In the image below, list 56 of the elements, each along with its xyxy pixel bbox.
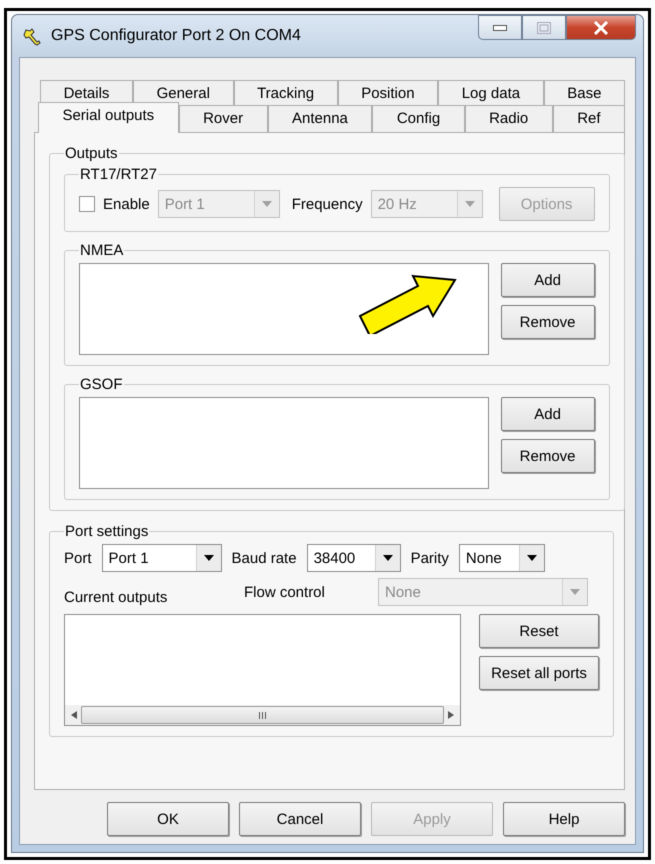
maximize-icon xyxy=(537,22,551,34)
button[interactable]: Cancel xyxy=(239,802,361,836)
button[interactable]: Add xyxy=(500,397,595,431)
dropdown[interactable]: None xyxy=(458,544,545,572)
scrollbar-thumb[interactable] xyxy=(81,706,444,724)
field-label: Flow control xyxy=(244,584,326,600)
left-arrow-icon xyxy=(71,711,77,719)
tab[interactable]: Rover xyxy=(178,105,268,132)
group-title: Outputs xyxy=(64,145,119,162)
button[interactable]: Help xyxy=(503,802,625,836)
tab[interactable]: Position xyxy=(338,80,438,107)
dropdown[interactable]: Port 1 xyxy=(102,544,222,572)
minimize-icon xyxy=(493,24,507,30)
caret-icon xyxy=(262,201,272,207)
button[interactable]: Add xyxy=(500,263,595,297)
right-arrow-icon xyxy=(448,711,454,719)
button[interactable]: Remove xyxy=(500,439,595,473)
field-label: Port xyxy=(64,550,92,566)
tab[interactable]: Config xyxy=(372,105,465,132)
list-box[interactable] xyxy=(64,614,461,726)
caret-icon xyxy=(204,555,214,561)
group-title: NMEA xyxy=(79,242,124,259)
tab[interactable]: Base xyxy=(544,80,626,107)
scrollbar[interactable] xyxy=(65,705,460,725)
button[interactable]: Reset all ports xyxy=(479,656,599,690)
list-box[interactable] xyxy=(79,263,489,355)
field-label: Baud rate xyxy=(232,550,297,566)
list-box[interactable] xyxy=(79,397,489,489)
maximize-button[interactable] xyxy=(522,15,566,40)
wrench-icon xyxy=(23,26,43,46)
tab[interactable]: Tracking xyxy=(234,80,338,107)
button[interactable]: OK xyxy=(107,802,229,836)
caret-icon xyxy=(570,589,580,595)
tab[interactable]: Serial outputs xyxy=(38,102,179,133)
close-icon xyxy=(593,20,609,34)
button[interactable]: Reset xyxy=(479,614,599,648)
group-title: Port settings xyxy=(64,523,150,540)
caret-icon xyxy=(464,201,475,207)
field-label: Frequency xyxy=(292,196,363,212)
window-title: GPS Configurator Port 2 On COM4 xyxy=(51,27,302,45)
field-label: Current outputs xyxy=(64,589,168,606)
dropdown[interactable]: 38400 xyxy=(306,544,401,572)
tab[interactable]: Radio xyxy=(464,105,553,132)
caret-icon xyxy=(382,555,393,561)
tab[interactable]: Antenna xyxy=(268,105,372,132)
minimize-button[interactable] xyxy=(478,15,522,40)
checkbox-label[interactable]: Enable xyxy=(103,196,150,212)
tab[interactable]: Ref xyxy=(552,105,625,132)
button[interactable]: Remove xyxy=(500,305,595,339)
field-label: Parity xyxy=(410,550,449,566)
group-title: RT17/RT27 xyxy=(79,166,158,183)
group-title: GSOF xyxy=(79,376,124,393)
tab[interactable]: Log data xyxy=(438,80,544,107)
close-button[interactable] xyxy=(566,15,636,40)
checkbox[interactable] xyxy=(79,196,95,212)
caret-icon xyxy=(526,555,537,561)
